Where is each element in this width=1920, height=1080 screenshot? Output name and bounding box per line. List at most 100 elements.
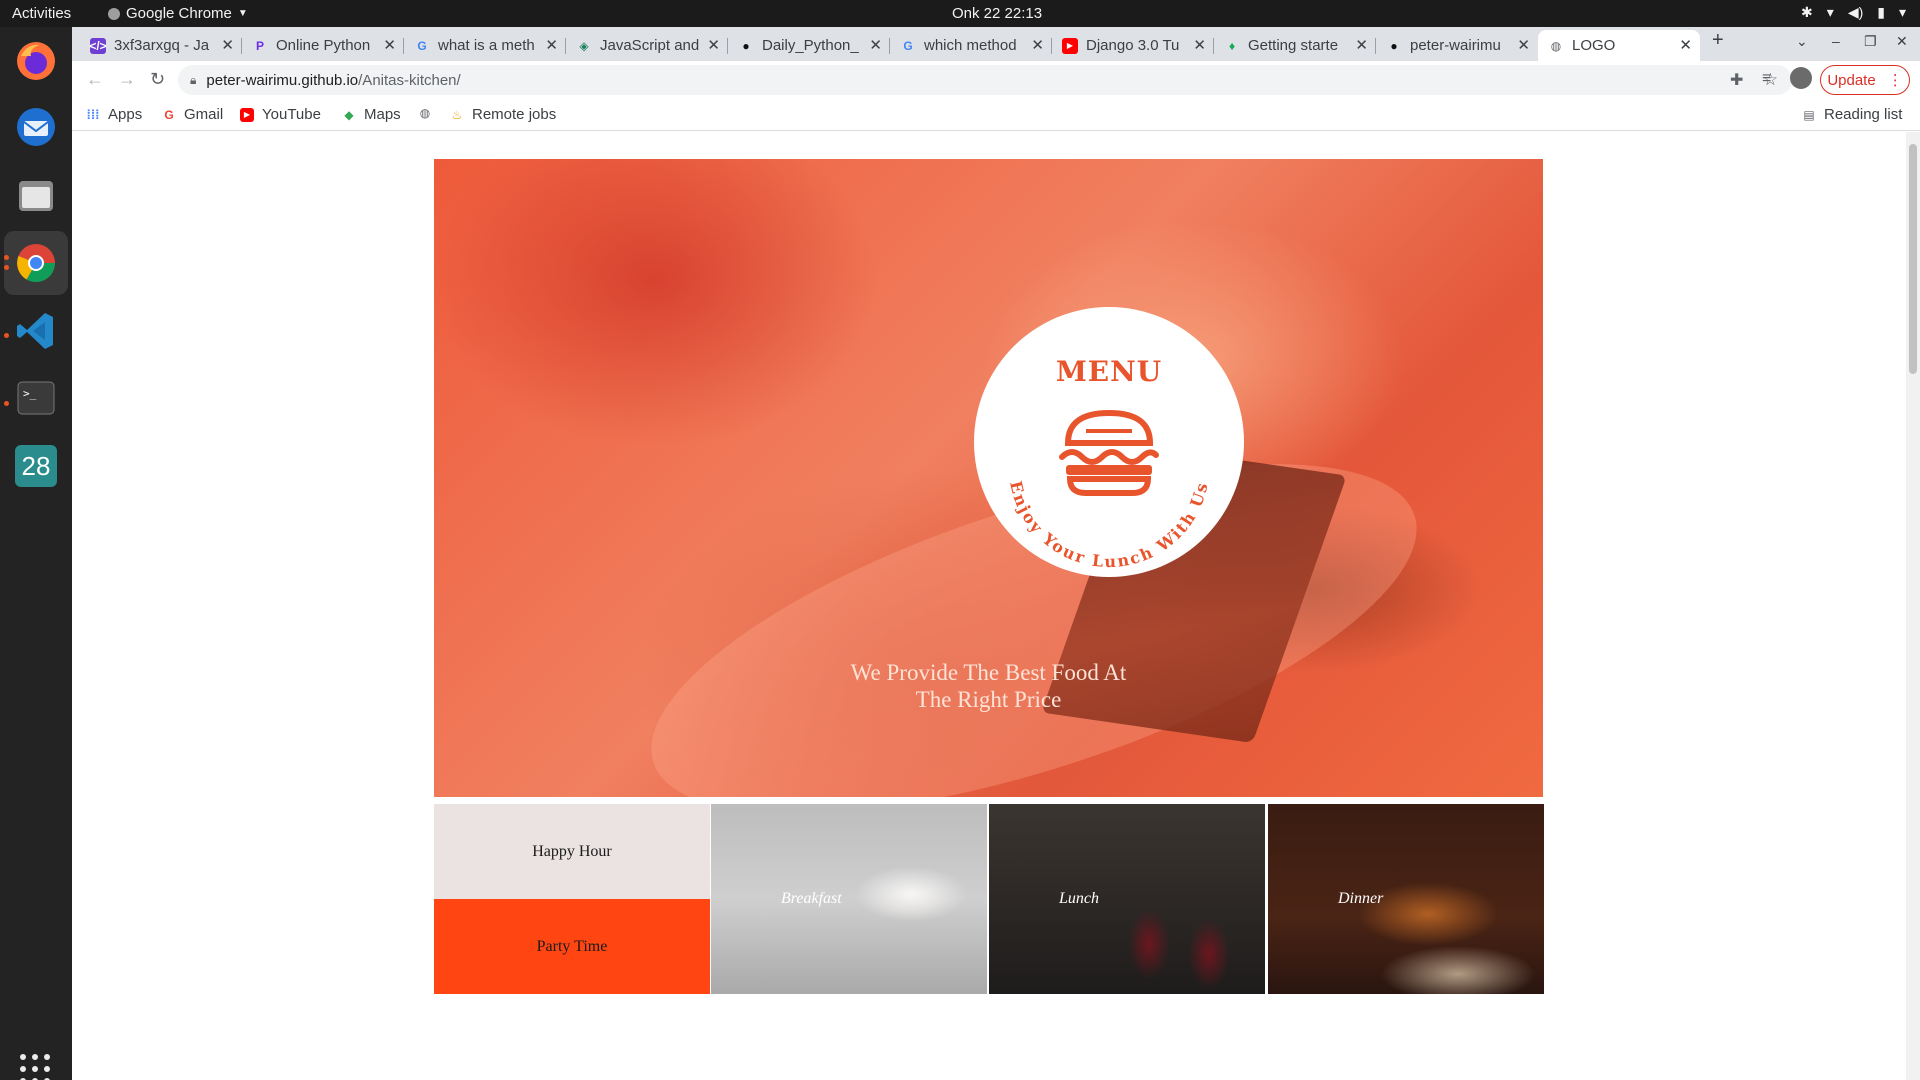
maps-pin-icon: ◆ xyxy=(344,107,354,122)
github-icon: ● xyxy=(742,38,750,53)
close-tab-icon[interactable]: ✕ xyxy=(707,36,720,54)
power-menu-icon[interactable]: ▾ xyxy=(1899,4,1906,21)
logo-arc-text: Enjoy Your Lunch With Us xyxy=(1006,479,1210,571)
tile-dinner-label: Dinner xyxy=(1338,890,1384,907)
forward-icon[interactable]: → xyxy=(118,69,136,90)
freecodecamp-icon: ◈ xyxy=(579,38,589,53)
tile-breakfast-label: Breakfast xyxy=(781,890,842,907)
slack-icon[interactable]: ✱ xyxy=(1801,4,1813,21)
clock[interactable]: Onk 22 22:13 xyxy=(952,5,1042,22)
kebab-menu-icon: ⋮ xyxy=(1887,72,1903,89)
bookmarks-bar: ⁞⁞⁞ Apps G Gmail ▶ YouTube ◆ Maps ◍ ♨ Re… xyxy=(72,99,1920,131)
bookmark-maps[interactable]: ◆ Maps xyxy=(342,106,400,123)
new-tab-button[interactable]: + xyxy=(1712,29,1724,52)
terminal-icon[interactable]: >_ xyxy=(12,374,60,422)
tab-getting-started[interactable]: ♦ Getting starte ✕ xyxy=(1214,30,1376,61)
bookmark-remote-jobs[interactable]: ♨ Remote jobs xyxy=(450,106,557,123)
system-tray[interactable]: ✱ ▾ ◀) ▮ ▾ xyxy=(1801,4,1906,21)
tab-google-search-2[interactable]: G which method ✕ xyxy=(890,30,1052,61)
update-button[interactable]: Update ⋮ xyxy=(1820,65,1910,95)
chrome-small-icon xyxy=(108,7,120,20)
app-menu-label: Google Chrome xyxy=(126,5,232,22)
tile-dinner[interactable]: Dinner xyxy=(1268,804,1544,994)
tile-lunch[interactable]: Lunch xyxy=(989,804,1265,994)
menu-logo[interactable]: MENU Enjoy Your Lunch With Us xyxy=(974,307,1244,577)
dock: >_ 28 xyxy=(0,27,72,1080)
google-icon: G xyxy=(903,38,913,53)
running-indicator xyxy=(4,255,9,260)
restore-icon[interactable]: ❐ xyxy=(1864,33,1877,50)
minimize-icon[interactable]: – xyxy=(1832,33,1840,49)
show-apps-icon[interactable] xyxy=(17,1051,53,1080)
tab-logo-active[interactable]: ◍ LOGO ✕ xyxy=(1538,30,1700,61)
volume-icon: ◀) xyxy=(1847,4,1864,20)
battery-icon: ▮ xyxy=(1877,4,1885,20)
tile-party-time[interactable]: Party Time xyxy=(434,899,710,994)
tile-happy-hour[interactable]: Happy Hour xyxy=(434,804,710,899)
tab-google-search-1[interactable]: G what is a meth ✕ xyxy=(404,30,566,61)
programiz-icon: P xyxy=(255,38,264,53)
chrome-icon[interactable] xyxy=(12,239,60,287)
close-tab-icon[interactable]: ✕ xyxy=(545,36,558,54)
url-host: peter-wairimu.github.io xyxy=(206,71,359,89)
close-tab-icon[interactable]: ✕ xyxy=(1517,36,1530,54)
media-queue-icon[interactable]: ≡ xyxy=(1762,70,1771,88)
thunderbird-icon[interactable] xyxy=(12,103,60,151)
tile-breakfast[interactable]: Breakfast xyxy=(711,804,987,994)
page-scrollbar[interactable] xyxy=(1906,132,1920,1080)
globe-icon: ◍ xyxy=(1550,38,1562,53)
tab-replit[interactable]: </> 3xf3arxgq - Ja ✕ xyxy=(80,30,242,61)
reading-list-button[interactable]: ▤ Reading list xyxy=(1802,106,1902,123)
bookmark-apps[interactable]: ⁞⁞⁞ Apps xyxy=(86,106,143,123)
close-tab-icon[interactable]: ✕ xyxy=(1679,36,1692,54)
close-window-icon[interactable]: ✕ xyxy=(1896,33,1908,50)
bookmark-gmail[interactable]: G Gmail xyxy=(162,106,223,123)
address-bar[interactable]: 🔒︎ peter-wairimu.github.io /Anitas-kitch… xyxy=(178,65,1792,95)
extensions-icon[interactable]: ✚ xyxy=(1730,70,1743,90)
svg-text:>_: >_ xyxy=(23,387,37,400)
url-path: /Anitas-kitchen/ xyxy=(358,71,461,89)
close-tab-icon[interactable]: ✕ xyxy=(869,36,882,54)
app-menu[interactable]: Google Chrome ▼ xyxy=(108,5,248,22)
close-tab-icon[interactable]: ✕ xyxy=(1031,36,1044,54)
tab-online-python[interactable]: P Online Python ✕ xyxy=(242,30,404,61)
activities-button[interactable]: Activities xyxy=(12,5,71,22)
close-tab-icon[interactable]: ✕ xyxy=(221,36,234,54)
scrollbar-thumb[interactable] xyxy=(1909,144,1917,374)
wifi-icon: ▾ xyxy=(1826,4,1834,20)
vscode-icon[interactable] xyxy=(12,307,60,355)
replit-icon: </> xyxy=(89,37,107,54)
close-tab-icon[interactable]: ✕ xyxy=(383,36,396,54)
close-tab-icon[interactable]: ✕ xyxy=(1355,36,1368,54)
bookmark-youtube[interactable]: ▶ YouTube xyxy=(240,106,321,123)
bookmark-globe[interactable]: ◍ xyxy=(418,106,432,120)
tab-javascript[interactable]: ◈ JavaScript and ✕ xyxy=(566,30,728,61)
tab-search-icon[interactable]: ⌄ xyxy=(1796,33,1808,50)
lock-icon[interactable]: 🔒︎ xyxy=(190,73,196,88)
running-indicator xyxy=(4,265,9,270)
tab-django-youtube[interactable]: ▶ Django 3.0 Tu ✕ xyxy=(1052,30,1214,61)
reload-icon[interactable]: ↻ xyxy=(150,69,165,90)
running-indicator xyxy=(4,401,9,406)
profile-avatar[interactable] xyxy=(1790,67,1812,89)
leaf-icon: ♦ xyxy=(1228,38,1236,53)
running-indicator xyxy=(4,333,9,338)
close-tab-icon[interactable]: ✕ xyxy=(1193,36,1206,54)
calendar-icon[interactable]: 28 xyxy=(12,442,60,490)
tagline-line-2: The Right Price xyxy=(915,687,1062,712)
update-label: Update xyxy=(1827,71,1876,89)
google-icon: G xyxy=(417,38,427,53)
browser-window: </> 3xf3arxgq - Ja ✕ P Online Python ✕ G… xyxy=(72,27,1920,1080)
caret-down-icon: ▼ xyxy=(237,8,248,19)
tile-lunch-label: Lunch xyxy=(1059,890,1099,907)
tile-happy-hour-label: Happy Hour xyxy=(532,842,612,860)
hero-banner: MENU Enjoy Your Lunch With Us We Provide… xyxy=(434,159,1543,797)
tab-daily-python[interactable]: ● Daily_Python_ ✕ xyxy=(728,30,890,61)
tab-peter-wairimu[interactable]: ● peter-wairimu ✕ xyxy=(1376,30,1538,61)
firefox-icon[interactable] xyxy=(12,37,60,85)
tab-strip: </> 3xf3arxgq - Ja ✕ P Online Python ✕ G… xyxy=(72,27,1920,61)
globe-icon: ◍ xyxy=(419,106,431,120)
reading-list-icon: ▤ xyxy=(1803,107,1815,122)
back-icon[interactable]: ← xyxy=(86,69,104,90)
files-icon[interactable] xyxy=(12,172,60,220)
